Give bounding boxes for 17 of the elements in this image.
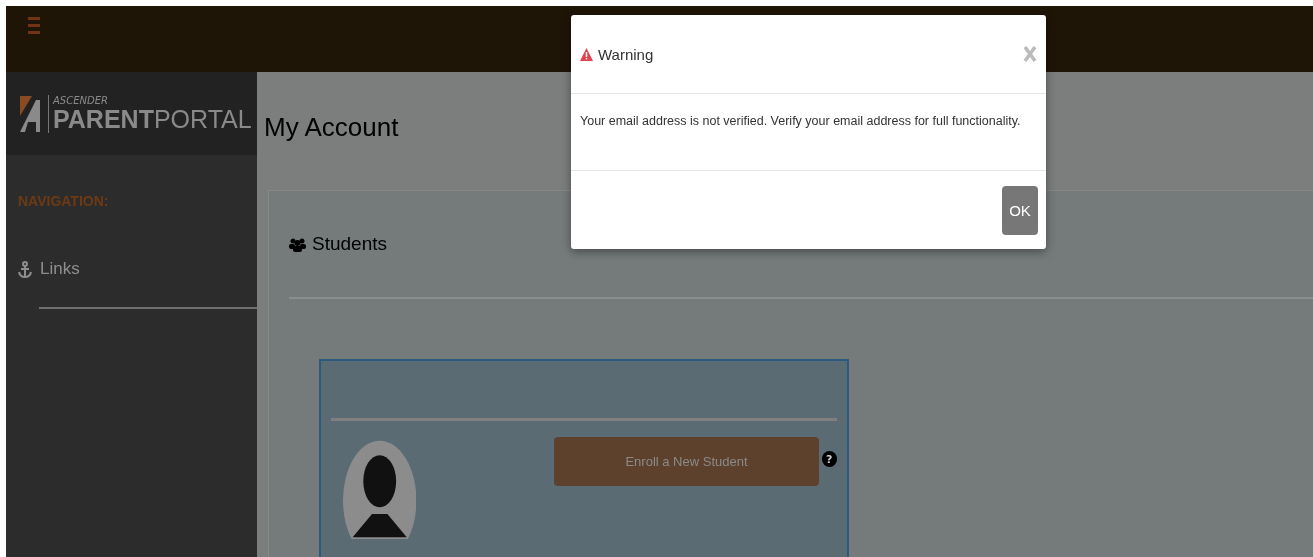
sidebar-link[interactable]: Links <box>18 259 80 279</box>
help-icon[interactable]: ? <box>821 451 837 467</box>
close-icon[interactable] <box>1023 45 1037 63</box>
page-title: My Account <box>264 112 399 144</box>
panel-title: Students <box>312 233 387 255</box>
logo-wordmark: PARENTPORTAL <box>53 105 252 133</box>
enroll-button[interactable]: Enroll a New Student <box>554 437 819 486</box>
navigation-heading: NAVIGATION: <box>18 193 110 209</box>
menu-icon[interactable] <box>28 16 40 36</box>
warning-icon <box>580 47 593 61</box>
dialog-message: Your email address is not verified. Verify your email address for full functionality. <box>580 114 1022 128</box>
anchor-icon <box>18 260 32 278</box>
logo-subtitle: ASCENDER <box>53 94 109 106</box>
dialog-title: Warning <box>598 45 655 63</box>
ok-button[interactable]: OK <box>1002 185 1038 235</box>
logo-icon <box>20 95 42 132</box>
users-icon <box>289 236 306 252</box>
